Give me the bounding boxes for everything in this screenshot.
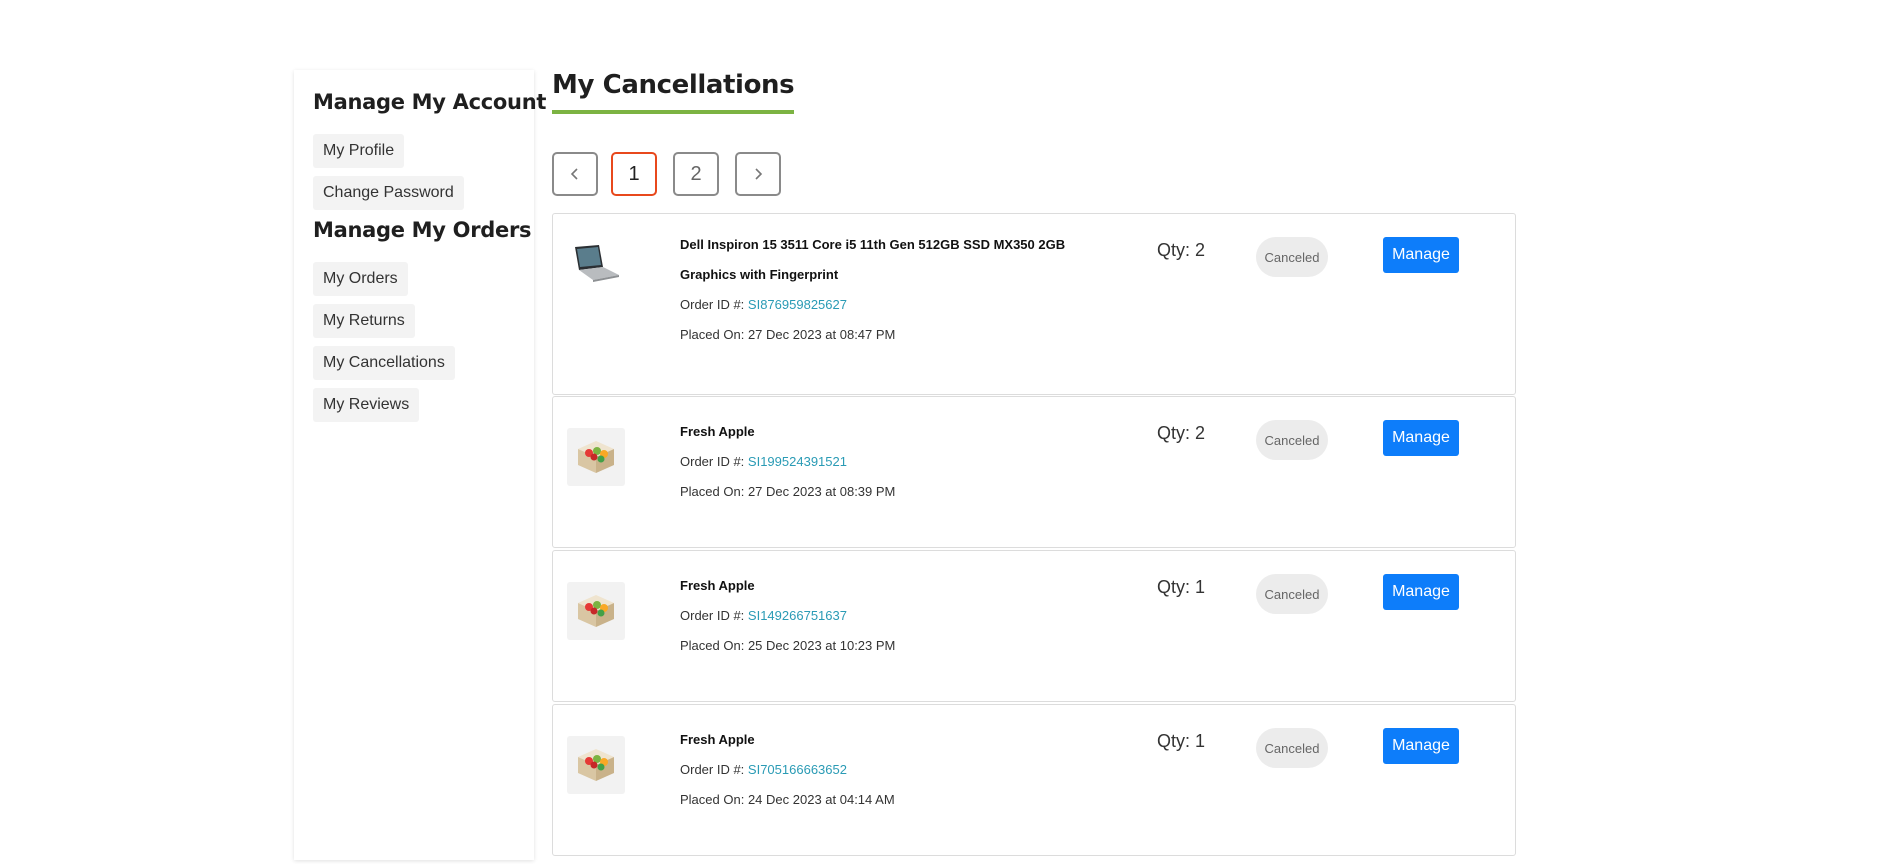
sidebar-item-change-password[interactable]: Change Password xyxy=(313,176,464,210)
placed-on-label: Placed On: xyxy=(680,638,745,653)
placed-on-value: 27 Dec 2023 at 08:39 PM xyxy=(747,484,896,499)
fruit-box-icon xyxy=(578,749,614,781)
manage-button[interactable]: Manage xyxy=(1383,728,1459,764)
sidebar-item-my-profile[interactable]: My Profile xyxy=(313,134,405,168)
order-id-label: Order ID #: xyxy=(680,297,745,312)
placed-on-label: Placed On: xyxy=(680,484,745,499)
account-sidebar: Manage My Account My Profile Change Pass… xyxy=(294,70,547,860)
order-id-line: Order ID #: SI149266751637 xyxy=(680,601,1100,631)
manage-button[interactable]: Manage xyxy=(1383,420,1459,456)
product-thumbnail xyxy=(567,234,625,292)
order-id-label: Order ID #: xyxy=(680,762,745,777)
manage-orders-heading: Manage My Orders xyxy=(313,218,532,242)
fruit-box-icon xyxy=(578,595,614,627)
order-info: Fresh Apple Order ID #: SI149266751637 P… xyxy=(680,571,1100,661)
placed-on-value: 25 Dec 2023 at 10:23 PM xyxy=(747,638,896,653)
chevron-left-icon xyxy=(570,168,578,180)
product-thumbnail xyxy=(567,736,625,794)
placed-on-line: Placed On: 27 Dec 2023 at 08:47 PM xyxy=(680,320,1100,350)
order-id-line: Order ID #: SI705166663652 xyxy=(680,755,1100,785)
manage-button[interactable]: Manage xyxy=(1383,237,1459,273)
product-name: Fresh Apple xyxy=(680,732,755,747)
status-badge: Canceled xyxy=(1256,574,1328,614)
page-title: My Cancellations xyxy=(552,70,795,114)
next-page-button[interactable] xyxy=(735,152,781,196)
product-name: Dell Inspiron 15 3511 Core i5 11th Gen 5… xyxy=(680,237,1066,282)
order-id-value[interactable]: SI705166663652 xyxy=(748,762,847,777)
account-menu: My Profile Change Password xyxy=(313,134,515,210)
order-info: Dell Inspiron 15 3511 Core i5 11th Gen 5… xyxy=(680,230,1100,350)
order-id-value[interactable]: SI876959825627 xyxy=(748,297,847,312)
product-thumbnail xyxy=(567,582,625,640)
placed-on-label: Placed On: xyxy=(680,792,745,807)
order-card: Fresh Apple Order ID #: SI199524391521 P… xyxy=(552,396,1516,548)
placed-on-value: 24 Dec 2023 at 04:14 AM xyxy=(747,792,895,807)
sidebar-item-my-orders[interactable]: My Orders xyxy=(313,262,408,296)
sidebar-item-my-returns[interactable]: My Returns xyxy=(313,304,415,338)
fruit-box-icon xyxy=(578,441,614,473)
page-2-button[interactable]: 2 xyxy=(673,152,719,196)
placed-on-label: Placed On: xyxy=(680,327,745,342)
placed-on-line: Placed On: 25 Dec 2023 at 10:23 PM xyxy=(680,631,1100,661)
order-quantity: Qty: 1 xyxy=(1157,577,1206,597)
prev-page-button[interactable] xyxy=(552,152,598,196)
cancellations-main: My Cancellations 1 2 Dell Inspiron 15 35… xyxy=(552,70,1518,856)
order-quantity: Qty: 2 xyxy=(1157,423,1206,443)
placed-on-line: Placed On: 24 Dec 2023 at 04:14 AM xyxy=(680,785,1100,815)
order-quantity: Qty: 1 xyxy=(1157,731,1206,751)
product-name: Fresh Apple xyxy=(680,424,755,439)
chevron-right-icon xyxy=(755,168,763,180)
order-card: Dell Inspiron 15 3511 Core i5 11th Gen 5… xyxy=(552,213,1516,395)
status-badge: Canceled xyxy=(1256,237,1328,277)
order-info: Fresh Apple Order ID #: SI705166663652 P… xyxy=(680,725,1100,815)
order-quantity: Qty: 2 xyxy=(1157,240,1206,260)
page-1-button[interactable]: 1 xyxy=(611,152,657,196)
order-id-line: Order ID #: SI199524391521 xyxy=(680,447,1100,477)
order-id-line: Order ID #: SI876959825627 xyxy=(680,290,1100,320)
order-id-label: Order ID #: xyxy=(680,608,745,623)
order-id-label: Order ID #: xyxy=(680,454,745,469)
manage-button[interactable]: Manage xyxy=(1383,574,1459,610)
order-id-value[interactable]: SI199524391521 xyxy=(748,454,847,469)
product-thumbnail xyxy=(567,428,625,486)
order-card: Fresh Apple Order ID #: SI705166663652 P… xyxy=(552,704,1516,856)
order-info: Fresh Apple Order ID #: SI199524391521 P… xyxy=(680,417,1100,507)
placed-on-line: Placed On: 27 Dec 2023 at 08:39 PM xyxy=(680,477,1100,507)
product-name: Fresh Apple xyxy=(680,578,755,593)
sidebar-item-my-reviews[interactable]: My Reviews xyxy=(313,388,420,422)
status-badge: Canceled xyxy=(1256,728,1328,768)
orders-menu: My Orders My Returns My Cancellations My… xyxy=(313,262,515,422)
status-badge: Canceled xyxy=(1256,420,1328,460)
order-id-value[interactable]: SI149266751637 xyxy=(748,608,847,623)
sidebar-item-my-cancellations[interactable]: My Cancellations xyxy=(313,346,455,380)
placed-on-value: 27 Dec 2023 at 08:47 PM xyxy=(747,327,896,342)
laptop-icon xyxy=(575,245,619,282)
manage-account-heading: Manage My Account xyxy=(313,90,547,114)
order-card: Fresh Apple Order ID #: SI149266751637 P… xyxy=(552,550,1516,702)
